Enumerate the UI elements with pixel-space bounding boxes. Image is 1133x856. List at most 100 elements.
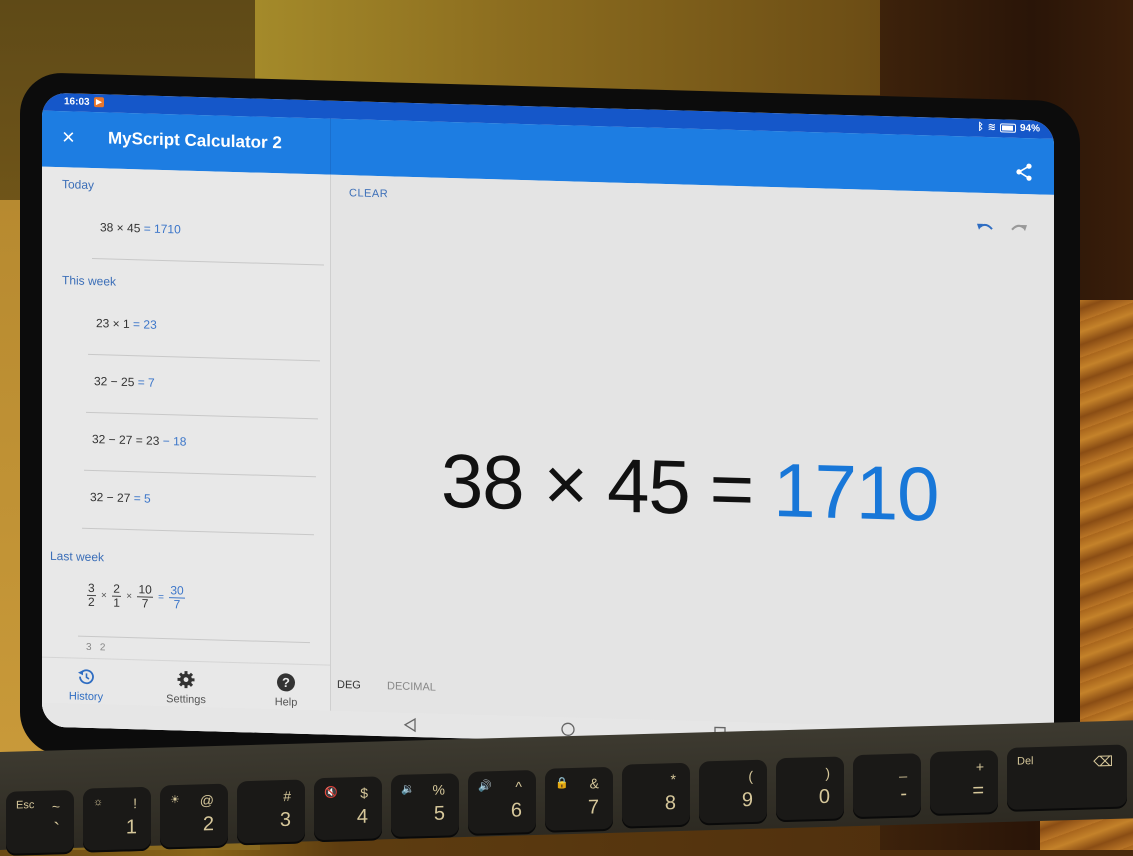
number-mode-toggle[interactable]: DECIMAL xyxy=(387,680,436,693)
keyboard-key[interactable]: *8 xyxy=(622,763,690,829)
expression-text: 38 × 45 = xyxy=(441,439,773,533)
key-legend-top: @ xyxy=(200,792,214,808)
key-legend-fn: 🔇 xyxy=(324,786,338,799)
key-legend-fn: Del xyxy=(1017,756,1034,768)
history-expression: 32 − 25 = 7 xyxy=(94,374,155,390)
history-item[interactable]: 3 2 × 2 1 × 10 7 = 30 xyxy=(78,570,310,643)
denominator: 2 xyxy=(88,595,95,609)
key-legend-fn: Esc xyxy=(16,799,34,812)
key-legend-fn: 🔉 xyxy=(401,782,415,795)
keyboard-key[interactable]: += xyxy=(930,750,998,816)
app-bar-divider xyxy=(330,119,331,175)
fraction: 3 2 xyxy=(87,582,96,609)
key-legend-bot: 6 xyxy=(511,799,522,822)
writing-canvas[interactable]: CLEAR 38 × 45 = 1710 DEG DECIMAL xyxy=(331,175,1054,755)
keyboard-key[interactable]: 🔉% 5 xyxy=(391,773,459,839)
key-legend-fn: 🔊 xyxy=(478,779,492,792)
nav-help-label: Help xyxy=(275,696,298,709)
history-sidebar: Today 38 × 45 = 1710 This week 23 × 1 = … xyxy=(42,167,331,735)
undo-icon[interactable] xyxy=(976,221,994,236)
key-legend-top: _ xyxy=(899,761,907,777)
history-item[interactable]: 32 − 27 = 23 − 18 xyxy=(84,412,316,477)
clear-button[interactable]: CLEAR xyxy=(349,187,388,200)
key-legend-top: $ xyxy=(360,785,368,801)
recognized-expression: 38 × 45 = 1710 xyxy=(441,438,938,539)
history-result: = 1710 xyxy=(144,221,181,236)
back-icon[interactable] xyxy=(402,717,418,733)
keyboard-key[interactable]: Del ⌫ xyxy=(1007,745,1127,812)
section-label-today: Today xyxy=(62,177,94,192)
share-icon[interactable] xyxy=(1014,162,1034,183)
keyboard-key[interactable]: ☼!1 xyxy=(83,787,151,853)
key-legend-bot: 0 xyxy=(819,786,830,809)
redo-icon[interactable] xyxy=(1010,222,1028,237)
app-title: MyScript Calculator 2 xyxy=(108,128,282,153)
key-legend-bot: 9 xyxy=(742,789,753,812)
keyboard-key[interactable]: ☀@2 xyxy=(160,783,228,849)
key-legend-top: ) xyxy=(825,765,830,781)
keyboard-key[interactable]: 🔇$4 xyxy=(314,777,382,843)
key-legend-top: ( xyxy=(748,768,753,784)
close-icon[interactable]: × xyxy=(62,123,75,151)
nav-settings[interactable]: Settings xyxy=(146,669,226,707)
key-legend-fn: ☼ xyxy=(93,796,103,808)
keyboard-key[interactable]: 🔊 ^ 6 xyxy=(468,770,536,836)
key-legend-bot: ` xyxy=(53,819,60,842)
tablet-bezel: 16:03 ▶ ᛒ ≋ 94% × MyScript Calculator 2 xyxy=(20,72,1080,784)
key-legend-bot: 3 xyxy=(280,809,291,832)
key-legend-fn: 🔒 xyxy=(555,776,569,789)
section-label-last-week: Last week xyxy=(50,549,104,565)
play-store-notification-icon: ▶ xyxy=(94,97,104,107)
keyboard-key[interactable]: #3 xyxy=(237,780,305,846)
key-legend-bot: 8 xyxy=(665,793,676,816)
keyboard-key[interactable]: _- xyxy=(853,753,921,819)
history-result: = 5 xyxy=(134,491,151,505)
keyboard-key[interactable]: (9 xyxy=(699,760,767,826)
times-operator: × xyxy=(101,590,107,601)
denominator: 7 xyxy=(174,597,181,611)
history-expression: 3 2 × 2 1 × 10 7 = 30 xyxy=(86,582,186,612)
key-legend-top: ~ xyxy=(52,798,60,814)
nav-history[interactable]: History xyxy=(46,666,126,704)
keyboard-key[interactable]: Esc ~ ` xyxy=(6,790,74,856)
history-lhs: 23 × 1 xyxy=(96,316,130,331)
history-item[interactable]: 32 − 27 = 5 xyxy=(82,470,314,535)
keyboard-key[interactable]: 🔒 & 7 xyxy=(545,766,613,832)
key-legend-top: % xyxy=(433,782,445,798)
keyboard-key[interactable]: )0 xyxy=(776,756,844,822)
history-expression: 32 − 27 = 5 xyxy=(90,490,151,506)
key-legend-top: ! xyxy=(133,795,137,811)
history-result: − 18 xyxy=(163,434,187,449)
battery-level: 94% xyxy=(1020,123,1040,135)
key-legend-bot: 5 xyxy=(434,803,445,826)
key-legend-top: ^ xyxy=(515,778,522,794)
history-item[interactable]: 32 − 25 = 7 xyxy=(86,354,318,419)
angle-mode-toggle[interactable]: DEG xyxy=(337,679,361,692)
result-fraction: 30 7 xyxy=(169,584,184,611)
key-legend-top: & xyxy=(590,775,599,791)
history-expression: 23 × 1 = 23 xyxy=(96,316,157,332)
key-legend-top: ⌫ xyxy=(1093,753,1113,771)
battery-icon xyxy=(1000,123,1016,132)
history-item[interactable]: 23 × 1 = 23 xyxy=(88,296,320,361)
section-label-this-week: This week xyxy=(62,273,116,289)
history-lhs: 38 × 45 xyxy=(100,220,140,235)
wifi-icon: ≋ xyxy=(988,122,996,133)
svg-text:?: ? xyxy=(282,675,290,690)
history-item-partial: 3 2 xyxy=(86,642,105,654)
status-icons: ᛒ ≋ 94% xyxy=(978,122,1040,135)
key-legend-fn: ☀ xyxy=(170,793,180,806)
nav-help[interactable]: ? Help xyxy=(246,671,326,709)
fraction: 10 7 xyxy=(137,583,152,610)
history-lhs: 32 − 25 xyxy=(94,374,134,389)
nav-history-label: History xyxy=(69,690,103,703)
key-legend-bot: 7 xyxy=(588,796,599,819)
history-icon xyxy=(76,667,96,688)
bluetooth-icon: ᛒ xyxy=(978,122,984,133)
key-legend-bot: - xyxy=(900,782,907,805)
key-legend-top: # xyxy=(283,788,291,804)
history-item[interactable]: 38 × 45 = 1710 xyxy=(92,200,324,265)
expression-result: 1710 xyxy=(773,448,938,538)
help-icon: ? xyxy=(276,672,296,693)
history-expression: 38 × 45 = 1710 xyxy=(100,220,181,236)
